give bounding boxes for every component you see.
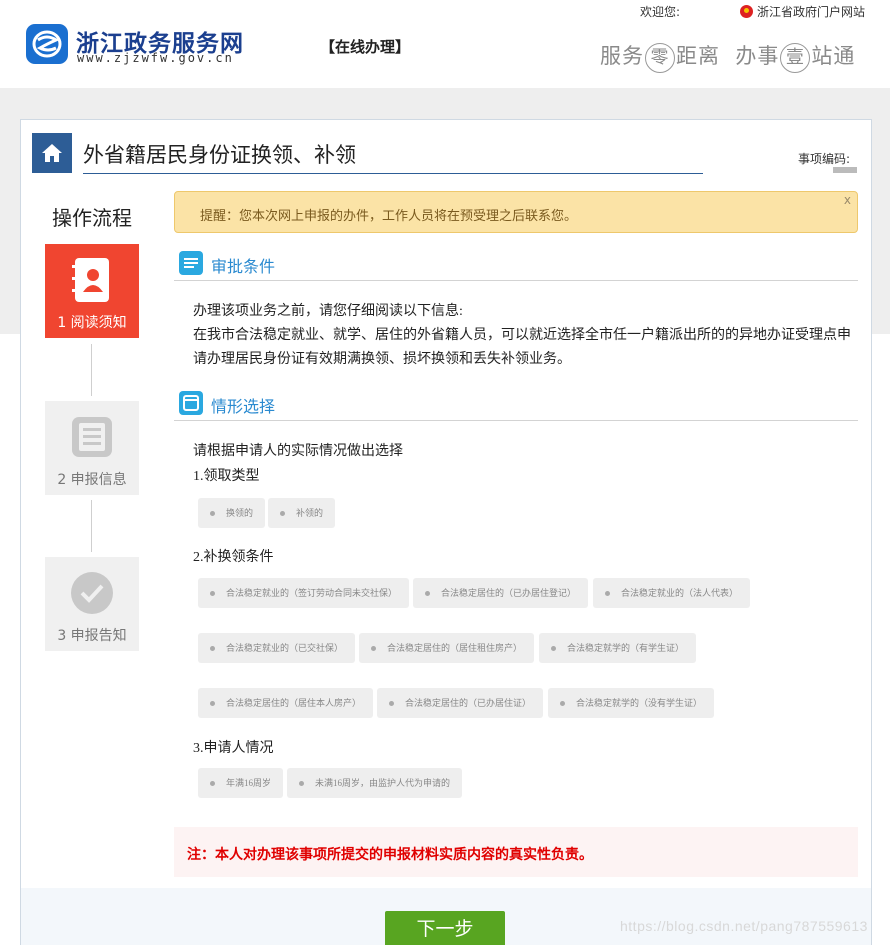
step-connector bbox=[91, 500, 92, 552]
option-chip[interactable]: 合法稳定居住的（居住本人房产） bbox=[198, 688, 374, 718]
section-title: 审批条件 bbox=[211, 257, 276, 276]
option-chip[interactable]: 补领的 bbox=[268, 498, 336, 528]
option-chip[interactable]: 合法稳定就业的（法人代表） bbox=[593, 578, 751, 608]
check-circle-icon bbox=[71, 572, 113, 614]
step-notification[interactable]: 3 申报告知 bbox=[45, 557, 139, 651]
document-list-icon bbox=[72, 417, 112, 457]
option-chip[interactable]: 换领的 bbox=[198, 498, 266, 528]
user-name[interactable] bbox=[680, 6, 716, 16]
approval-line: 在我市合法稳定就业、就学、居住的外省籍人员，可以就近选择全市任一户籍派出所的的异… bbox=[193, 328, 851, 343]
approval-section-header: 审批条件 bbox=[174, 251, 858, 281]
close-icon[interactable]: x bbox=[844, 193, 851, 207]
watermark: https://blog.csdn.net/pang787559613 bbox=[620, 918, 868, 934]
slogan-part: 服务 bbox=[600, 44, 644, 68]
step-connector bbox=[91, 344, 92, 396]
option-chip[interactable]: 合法稳定居住的（居住租住房产） bbox=[359, 633, 535, 663]
slogan-circle: 零 bbox=[645, 43, 675, 73]
item-code-value bbox=[833, 167, 857, 173]
option-chip[interactable]: 未满16周岁，由监护人代为申请的 bbox=[287, 768, 463, 798]
option-chip[interactable]: 合法稳定居住的（已办居住登记） bbox=[413, 578, 589, 608]
option-chip[interactable]: 合法稳定居住的（已办居住证） bbox=[377, 688, 544, 718]
option-chip[interactable]: 合法稳定就业的（已交社保） bbox=[198, 633, 356, 663]
disclaimer-text: 注：本人对办理该事项所提交的申报材料实质内容的真实性负责。 bbox=[187, 848, 593, 863]
site-header: 浙江政务服务网 www.zjzwfw.gov.cn 【在线办理】 欢迎您: 浙江… bbox=[0, 0, 890, 88]
approval-line: 办理该项业务之前，请您仔细阅读以下信息: bbox=[193, 304, 463, 319]
section-label: 【在线办理】 bbox=[320, 38, 411, 56]
welcome-text: 欢迎您: bbox=[640, 3, 716, 20]
slogan-part: 距离 bbox=[676, 44, 720, 68]
step-label: 1 阅读须知 bbox=[57, 315, 127, 331]
slogan: 服务零距离 办事壹站通 bbox=[600, 40, 855, 73]
gov-portal-label: 浙江省政府门户网站 bbox=[757, 5, 866, 19]
question-title: 3.申请人情况 bbox=[193, 741, 274, 756]
contact-book-icon bbox=[72, 258, 109, 302]
step-fill-info[interactable]: 2 申报信息 bbox=[45, 401, 139, 495]
site-logo-icon[interactable] bbox=[26, 24, 68, 64]
reminder-alert: 提醒：您本次网上申报的办件，工作人员将在预受理之后联系您。 x bbox=[174, 191, 858, 233]
steps-title: 操作流程 bbox=[52, 206, 132, 230]
step-label: 3 申报告知 bbox=[57, 628, 127, 644]
title-divider bbox=[83, 173, 703, 174]
option-chip[interactable]: 年满16周岁 bbox=[198, 768, 284, 798]
approval-line: 请办理居民身份证有效期满换领、损坏换领和丢失补领业务。 bbox=[193, 352, 571, 367]
message-icon bbox=[179, 251, 203, 275]
option-chip[interactable]: 合法稳定就业的（签订劳动合同未交社保） bbox=[198, 578, 410, 608]
next-step-button[interactable]: 下一步 bbox=[385, 911, 505, 945]
window-icon bbox=[179, 391, 203, 415]
item-code-label: 事项编码: bbox=[798, 152, 851, 166]
question-title: 1.领取类型 bbox=[193, 469, 260, 484]
gov-portal-link[interactable]: 浙江省政府门户网站 bbox=[740, 3, 865, 20]
situation-intro: 请根据申请人的实际情况做出选择 bbox=[193, 444, 403, 459]
home-icon[interactable] bbox=[32, 133, 72, 173]
main-panel: 外省籍居民身份证换领、补领 事项编码: 操作流程 1 阅读须知 2 申报信息 3… bbox=[20, 119, 872, 945]
situation-section-header: 情形选择 bbox=[174, 391, 858, 421]
option-chip[interactable]: 合法稳定就学的（有学生证） bbox=[539, 633, 697, 663]
reminder-text: 提醒：您本次网上申报的办件，工作人员将在预受理之后联系您。 bbox=[200, 208, 578, 223]
slogan-part: 站通 bbox=[811, 44, 856, 68]
question-title: 2.补换领条件 bbox=[193, 550, 274, 565]
slogan-circle: 壹 bbox=[780, 43, 811, 73]
section-title: 情形选择 bbox=[211, 397, 276, 416]
disclaimer-box: 注：本人对办理该事项所提交的申报材料实质内容的真实性负责。 bbox=[174, 827, 858, 877]
page-title: 外省籍居民身份证换领、补领 bbox=[83, 143, 356, 167]
national-emblem-icon bbox=[740, 5, 753, 18]
step-label: 2 申报信息 bbox=[57, 472, 127, 488]
step-read-notice[interactable]: 1 阅读须知 bbox=[45, 244, 139, 338]
option-chip[interactable]: 合法稳定就学的（没有学生证） bbox=[548, 688, 715, 718]
slogan-part: 办事 bbox=[735, 44, 780, 68]
site-url: www.zjzwfw.gov.cn bbox=[77, 51, 234, 65]
welcome-label: 欢迎您: bbox=[640, 5, 681, 19]
